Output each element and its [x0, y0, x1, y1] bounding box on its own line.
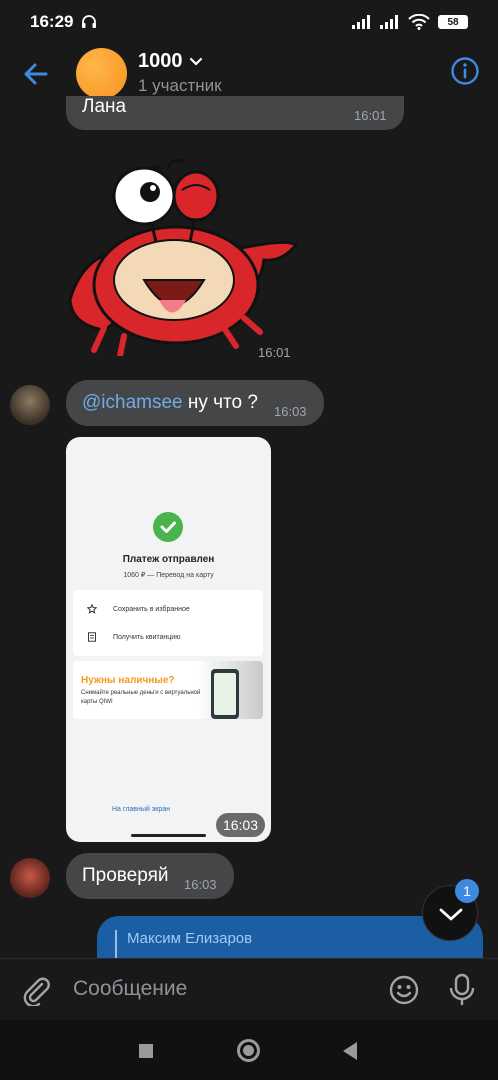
chat-member-count: 1 участник: [138, 76, 222, 95]
message-bubble[interactable]: @ichamsee ну что ? 16:03: [66, 380, 324, 426]
battery-level: 58: [447, 16, 459, 28]
phone-image: [211, 669, 239, 719]
signal-icon-2: [380, 15, 398, 29]
promo-banner: Нужны наличные? Снимайте реальные деньги…: [73, 661, 263, 719]
unread-badge: 1: [455, 879, 479, 903]
chat-header: 1000 1 участник: [0, 44, 498, 104]
receipt-row: Получить квитанцию: [113, 634, 181, 641]
home-indicator: [131, 834, 206, 837]
chevron-down-icon: [189, 57, 202, 66]
photo-attachment[interactable]: Платеж отправлен 1060 ₽ — Перевод на кар…: [66, 437, 271, 842]
save-favorite-row: Сохранить в избранное: [113, 606, 190, 613]
star-icon: [87, 604, 97, 614]
chat-title: 1000: [138, 50, 183, 72]
message-text: Проверяй: [82, 865, 169, 886]
success-check-icon: [153, 512, 183, 542]
message-time: 16:03: [184, 877, 217, 892]
chat-avatar[interactable]: [76, 48, 127, 99]
payment-title: Платеж отправлен: [122, 554, 215, 565]
message-text: Лана: [82, 96, 127, 117]
battery-icon: 58: [438, 15, 468, 29]
banner-title: Нужны наличные?: [81, 675, 175, 686]
message-composer: [0, 958, 498, 1020]
message-input[interactable]: [73, 977, 363, 1001]
recents-icon[interactable]: [139, 1044, 153, 1058]
emoji-icon[interactable]: [388, 974, 420, 1006]
home-link: На главный экран: [111, 806, 171, 813]
headphones-icon: [82, 15, 97, 28]
receipt-icon: [88, 632, 96, 642]
message-bubble[interactable]: Проверяй 16:03: [66, 853, 234, 899]
payment-subtitle: 1060 ₽ — Перевод на карту: [123, 572, 214, 579]
back-icon[interactable]: [343, 1042, 357, 1060]
microphone-icon[interactable]: [448, 973, 476, 1007]
chat-screen: 16:29 58 1000 1 участник Лана 16:01 16:0…: [0, 0, 498, 1080]
photo-time: 16:03: [216, 813, 265, 837]
chat-title-block[interactable]: 1000 1 участник: [138, 50, 222, 96]
sticker-time: 16:01: [258, 345, 291, 360]
message-bubble[interactable]: Лана 16:01: [66, 96, 404, 130]
banner-subtitle: Снимайте реальные деньги с виртуальной к…: [81, 690, 201, 705]
status-icons: 58: [352, 14, 468, 30]
message-text: ну что ?: [182, 392, 258, 413]
message-time: 16:03: [274, 404, 307, 419]
back-arrow-icon[interactable]: [20, 58, 52, 90]
reply-author: Максим Елизаров: [127, 930, 253, 947]
sender-avatar[interactable]: [10, 858, 50, 898]
status-bar: 16:29 58: [0, 0, 498, 44]
info-icon[interactable]: [450, 56, 480, 86]
paperclip-icon[interactable]: [20, 974, 52, 1006]
signal-icon: [352, 15, 370, 29]
system-nav-bar: [0, 1020, 498, 1080]
status-time: 16:29: [30, 12, 74, 31]
home-icon[interactable]: [237, 1039, 260, 1062]
wifi-icon: [408, 14, 430, 30]
user-mention[interactable]: @ichamsee: [82, 392, 183, 413]
sender-avatar[interactable]: [10, 385, 50, 425]
crab-sticker[interactable]: [64, 150, 300, 356]
message-time: 16:01: [354, 108, 387, 123]
payment-actions-card: Сохранить в избранное Получить квитанцию: [73, 590, 263, 656]
